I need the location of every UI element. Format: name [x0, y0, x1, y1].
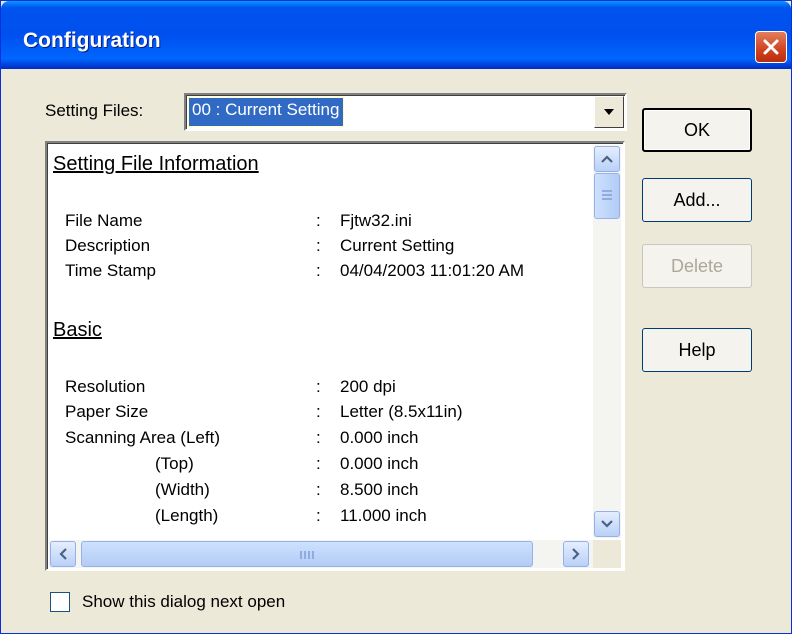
- delete-button[interactable]: Delete: [642, 244, 752, 288]
- info-value: Letter (8.5x11in): [340, 402, 463, 421]
- info-value: 11.000 inch: [340, 506, 427, 525]
- info-key: Paper Size: [65, 402, 149, 421]
- vertical-scrollbar[interactable]: [593, 145, 621, 538]
- info-key: (Length): [155, 506, 219, 525]
- info-separator: :: [316, 211, 321, 230]
- info-separator: :: [316, 428, 321, 447]
- ok-button[interactable]: OK: [642, 108, 752, 152]
- vertical-scroll-thumb[interactable]: [594, 173, 620, 219]
- horizontal-scroll-thumb[interactable]: [81, 541, 533, 567]
- info-value: Current Setting: [340, 236, 455, 255]
- close-icon: [763, 39, 779, 55]
- scroll-down-button[interactable]: [594, 511, 620, 537]
- info-separator: :: [316, 377, 321, 396]
- arrow-down-icon: [601, 520, 613, 528]
- info-separator: :: [316, 506, 321, 525]
- info-value: 8.500 inch: [340, 480, 419, 499]
- setting-files-label: Setting Files:: [45, 101, 144, 120]
- chevron-down-icon: [604, 109, 614, 115]
- info-separator: :: [316, 402, 321, 421]
- setting-info-panel[interactable]: Setting File Information File Name : Fjt…: [45, 141, 625, 571]
- info-key: File Name: [65, 211, 143, 230]
- arrow-right-icon: [572, 548, 580, 560]
- info-key: (Top): [155, 454, 194, 473]
- configuration-dialog: Configuration Setting Files: 00 : Curren…: [0, 0, 792, 634]
- scroll-left-button[interactable]: [50, 541, 76, 567]
- info-separator: :: [316, 261, 321, 280]
- setting-files-dropdown[interactable]: 00 : Current Setting: [184, 93, 627, 131]
- show-dialog-label[interactable]: Show this dialog next open: [82, 592, 285, 612]
- info-key: (Width): [155, 480, 210, 499]
- dropdown-arrow-button[interactable]: [594, 96, 624, 128]
- close-button[interactable]: [755, 31, 787, 63]
- arrow-left-icon: [59, 548, 67, 560]
- file-info-heading: Setting File Information: [53, 153, 259, 175]
- info-key: Time Stamp: [65, 261, 157, 280]
- info-key: Scanning Area (Left): [65, 428, 220, 447]
- show-dialog-checkbox[interactable]: [50, 592, 70, 612]
- help-button[interactable]: Help: [642, 328, 752, 372]
- info-value: 04/04/2003 11:01:20 AM: [340, 261, 525, 280]
- window-title: Configuration: [23, 29, 161, 52]
- horizontal-scrollbar[interactable]: [49, 540, 593, 568]
- scroll-right-button[interactable]: [563, 541, 589, 567]
- add-button[interactable]: Add...: [642, 178, 752, 222]
- basic-heading: Basic: [53, 319, 102, 341]
- info-value: Fjtw32.ini: [340, 211, 412, 230]
- info-separator: :: [316, 480, 321, 499]
- scrollbar-corner: [593, 540, 621, 568]
- scroll-up-button[interactable]: [594, 146, 620, 172]
- info-separator: :: [316, 236, 321, 255]
- title-bar[interactable]: Configuration: [1, 1, 791, 69]
- info-value: 0.000 inch: [340, 428, 419, 447]
- info-key: Resolution: [65, 377, 146, 396]
- setting-files-selected-value: 00 : Current Setting: [187, 97, 345, 127]
- arrow-up-icon: [601, 155, 613, 163]
- info-key: Description: [65, 236, 151, 255]
- info-value: 200 dpi: [340, 377, 396, 396]
- info-value: 0.000 inch: [340, 454, 419, 473]
- info-separator: :: [316, 454, 321, 473]
